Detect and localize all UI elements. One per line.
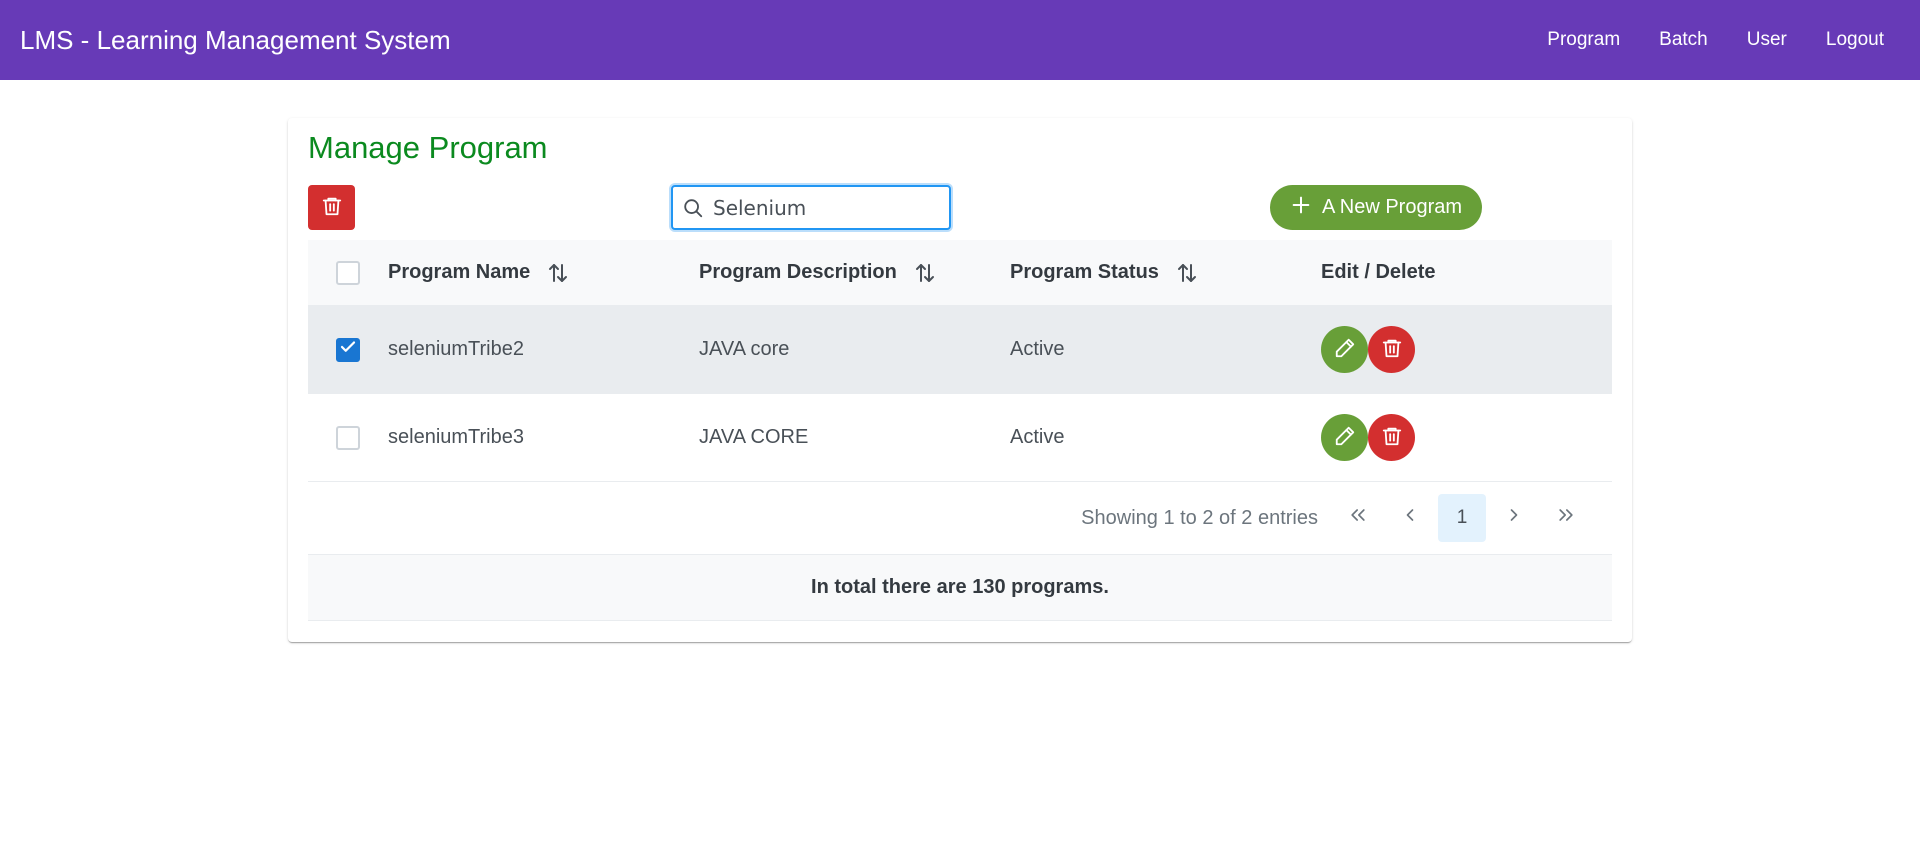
paginator: Showing 1 to 2 of 2 entries 1 [308, 482, 1612, 555]
add-new-program-button[interactable]: A New Program [1270, 185, 1482, 230]
chevron-left-icon [1400, 505, 1420, 531]
program-table: Program Name Program Description Program… [308, 240, 1612, 621]
double-chevron-right-icon [1556, 505, 1576, 531]
program-name-cell: seleniumTribe3 [388, 426, 524, 448]
column-header-program-description[interactable]: Program Description [699, 261, 1010, 285]
chevron-right-icon [1504, 505, 1524, 531]
column-header-label: Program Name [388, 261, 531, 283]
search-icon [673, 197, 713, 219]
main-nav: Program Batch User Logout [1508, 29, 1884, 51]
table-row[interactable]: seleniumTribe3 JAVA CORE Active [308, 394, 1612, 482]
page-button[interactable]: 1 [1438, 494, 1486, 542]
add-new-program-label: A New Program [1321, 196, 1463, 218]
delete-selected-button[interactable] [308, 185, 355, 230]
row-actions [1321, 414, 1612, 461]
column-header-label: Program Description [699, 261, 897, 283]
column-header-program-status[interactable]: Program Status [1010, 261, 1321, 285]
top-navbar: LMS - Learning Management System Program… [0, 0, 1920, 80]
column-header-label: Program Status [1010, 261, 1159, 283]
nav-logout-link[interactable]: Logout [1826, 29, 1884, 51]
program-status-cell: Active [1010, 338, 1065, 360]
row-checkbox[interactable] [336, 425, 360, 450]
pagination-report: Showing 1 to 2 of 2 entries [1081, 506, 1318, 529]
trash-icon [1381, 337, 1403, 362]
pencil-icon [1334, 425, 1356, 450]
app-title: LMS - Learning Management System [20, 24, 451, 55]
table-row[interactable]: seleniumTribe2 JAVA core Active [308, 306, 1612, 394]
nav-batch-link[interactable]: Batch [1659, 29, 1708, 51]
next-page-button[interactable] [1490, 494, 1538, 542]
edit-program-button[interactable] [1321, 326, 1368, 373]
trash-icon [1381, 425, 1403, 450]
double-chevron-left-icon [1348, 505, 1368, 531]
row-checkbox[interactable] [336, 337, 360, 362]
sort-icon [913, 261, 937, 285]
row-actions [1321, 326, 1612, 373]
search-field [671, 185, 951, 230]
first-page-button[interactable] [1334, 494, 1382, 542]
delete-program-button[interactable] [1368, 414, 1415, 461]
program-description-cell: JAVA CORE [699, 426, 809, 448]
page-title: Manage Program [308, 130, 548, 165]
select-all-checkbox[interactable] [336, 260, 360, 285]
previous-page-button[interactable] [1386, 494, 1434, 542]
program-name-cell: seleniumTribe2 [388, 338, 524, 360]
sort-icon [1175, 261, 1199, 285]
program-description-cell: JAVA core [699, 338, 790, 360]
table-footer: In total there are 130 programs. [308, 555, 1612, 621]
trash-icon [321, 195, 343, 220]
search-input[interactable] [713, 195, 933, 220]
column-header-program-name[interactable]: Program Name [388, 261, 699, 285]
program-status-cell: Active [1010, 426, 1065, 448]
nav-program-link[interactable]: Program [1547, 29, 1620, 51]
table-header-row: Program Name Program Description Program… [308, 240, 1612, 306]
column-header-edit-delete: Edit / Delete [1321, 261, 1436, 283]
check-icon [339, 338, 357, 362]
delete-program-button[interactable] [1368, 326, 1415, 373]
sort-icon [546, 261, 570, 285]
nav-user-link[interactable]: User [1747, 29, 1787, 51]
edit-program-button[interactable] [1321, 414, 1368, 461]
last-page-button[interactable] [1542, 494, 1590, 542]
pencil-icon [1334, 337, 1356, 362]
manage-program-card: Manage Program A New Program [288, 118, 1632, 642]
plus-icon [1290, 194, 1312, 222]
